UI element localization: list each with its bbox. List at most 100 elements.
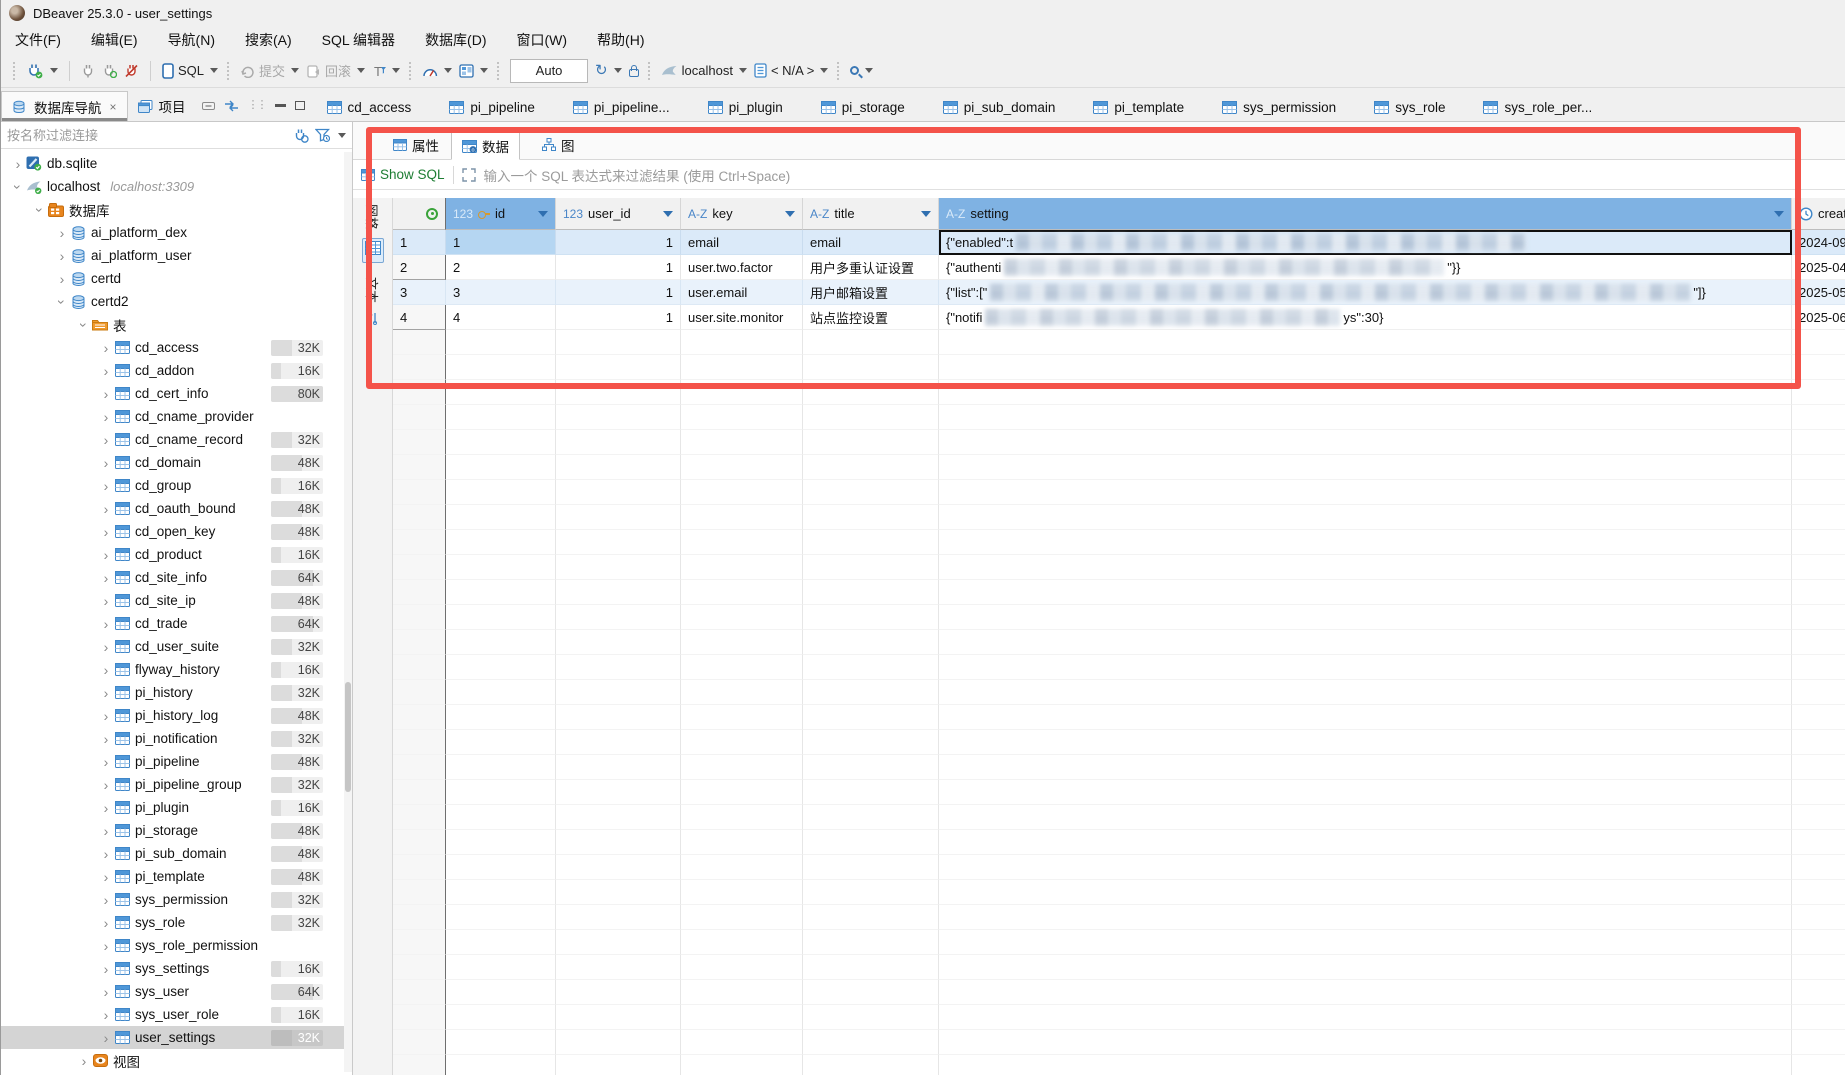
empty-cell[interactable]: [939, 455, 1792, 480]
tree-item-sys_role_permission[interactable]: ›sys_role_permission: [1, 934, 345, 957]
tree-item-sys_user_role[interactable]: ›sys_user_role16K: [1, 1003, 345, 1026]
empty-cell[interactable]: [803, 330, 939, 355]
empty-cell[interactable]: [803, 755, 939, 780]
tree-item-pi_history_log[interactable]: ›pi_history_log48K: [1, 704, 345, 727]
row-number-empty[interactable]: [393, 1005, 446, 1030]
empty-cell[interactable]: [446, 630, 556, 655]
row-number-empty[interactable]: [393, 380, 446, 405]
empty-cell[interactable]: [939, 405, 1792, 430]
row-number[interactable]: 2: [393, 255, 446, 280]
chevron-down-icon[interactable]: [739, 68, 747, 73]
empty-cell[interactable]: [446, 380, 556, 405]
row-number-empty[interactable]: [393, 805, 446, 830]
chevron-icon[interactable]: ›: [99, 1010, 113, 1020]
cell-title[interactable]: email: [803, 230, 939, 255]
connection-selector[interactable]: localhost: [661, 63, 747, 78]
show-sql-button[interactable]: Show SQL: [361, 167, 445, 182]
empty-cell[interactable]: [1792, 805, 1845, 830]
row-number-empty[interactable]: [393, 430, 446, 455]
empty-cell[interactable]: [803, 555, 939, 580]
empty-cell[interactable]: [1792, 355, 1845, 380]
empty-cell[interactable]: [556, 605, 681, 630]
empty-cell[interactable]: [681, 830, 803, 855]
chevron-icon[interactable]: ›: [99, 550, 113, 560]
empty-cell[interactable]: [1792, 405, 1845, 430]
empty-cell[interactable]: [446, 530, 556, 555]
empty-cell[interactable]: [803, 1055, 939, 1075]
empty-cell[interactable]: [1792, 1005, 1845, 1030]
expand-filter-icon[interactable]: [462, 168, 476, 182]
empty-cell[interactable]: [803, 530, 939, 555]
chevron-icon[interactable]: ›: [99, 757, 113, 767]
cell-title[interactable]: 站点监控设置: [803, 305, 939, 330]
empty-cell[interactable]: [939, 605, 1792, 630]
chevron-icon[interactable]: ›: [35, 203, 45, 217]
tree-item-ai_platform_dex[interactable]: ›ai_platform_dex: [1, 221, 345, 244]
empty-cell[interactable]: [446, 330, 556, 355]
empty-cell[interactable]: [556, 480, 681, 505]
chevron-icon[interactable]: ›: [99, 412, 113, 422]
empty-cell[interactable]: [939, 580, 1792, 605]
row-number-empty[interactable]: [393, 405, 446, 430]
chevron-icon[interactable]: ›: [99, 435, 113, 445]
cell-key[interactable]: email: [681, 230, 803, 255]
chevron-icon[interactable]: ›: [99, 826, 113, 836]
lock-icon[interactable]: [629, 69, 639, 77]
cell-setting[interactable]: {"list":[""]}: [939, 280, 1792, 305]
chevron-icon[interactable]: ›: [99, 987, 113, 997]
empty-cell[interactable]: [939, 655, 1792, 680]
empty-cell[interactable]: [939, 830, 1792, 855]
tree-folder-partial[interactable]: ›: [1, 1072, 345, 1074]
cell-setting[interactable]: {"authenti"}}: [939, 255, 1792, 280]
chevron-icon[interactable]: ›: [99, 642, 113, 652]
empty-cell[interactable]: [939, 505, 1792, 530]
chevron-icon[interactable]: ›: [79, 318, 89, 332]
column-header-id[interactable]: 123 id: [446, 198, 556, 230]
tree-item-ai_platform_user[interactable]: ›ai_platform_user: [1, 244, 345, 267]
empty-cell[interactable]: [803, 605, 939, 630]
row-number-empty[interactable]: [393, 530, 446, 555]
empty-cell[interactable]: [939, 530, 1792, 555]
empty-cell[interactable]: [446, 1005, 556, 1030]
tree-item-cd_trade[interactable]: ›cd_trade64K: [1, 612, 345, 635]
connected-filter-icon[interactable]: [293, 128, 309, 143]
tree-item-pi_sub_domain[interactable]: ›pi_sub_domain48K: [1, 842, 345, 865]
row-number-empty[interactable]: [393, 1055, 446, 1075]
tree-item-pi_history[interactable]: ›pi_history32K: [1, 681, 345, 704]
row-number-empty[interactable]: [393, 930, 446, 955]
empty-cell[interactable]: [939, 805, 1792, 830]
column-header-user-id[interactable]: 123 user_id: [556, 198, 681, 230]
empty-cell[interactable]: [446, 580, 556, 605]
empty-cell[interactable]: [939, 855, 1792, 880]
chevron-icon[interactable]: ›: [99, 343, 113, 353]
chevron-icon[interactable]: ›: [55, 274, 69, 284]
empty-cell[interactable]: [556, 1005, 681, 1030]
rollback-button[interactable]: 回滚: [306, 61, 365, 80]
tree-item-flyway_history[interactable]: ›flyway_history16K: [1, 658, 345, 681]
chevron-down-icon[interactable]: [210, 68, 218, 73]
empty-cell[interactable]: [803, 980, 939, 1005]
row-number-empty[interactable]: [393, 355, 446, 380]
chevron-icon[interactable]: ›: [99, 619, 113, 629]
empty-cell[interactable]: [556, 355, 681, 380]
row-number-empty[interactable]: [393, 830, 446, 855]
empty-cell[interactable]: [681, 905, 803, 930]
tree-item-cd_product[interactable]: ›cd_product16K: [1, 543, 345, 566]
empty-cell[interactable]: [556, 755, 681, 780]
chevron-icon[interactable]: ›: [57, 295, 67, 309]
tree-item-cd_domain[interactable]: ›cd_domain48K: [1, 451, 345, 474]
editor-tab-sys_role[interactable]: sys_role: [1374, 100, 1445, 115]
cell-create-time[interactable]: 2025-04-: [1792, 255, 1845, 280]
column-header-create-time[interactable]: create_t: [1792, 198, 1845, 230]
empty-cell[interactable]: [556, 330, 681, 355]
empty-cell[interactable]: [556, 1030, 681, 1055]
tree-item-cd_cname_record[interactable]: ›cd_cname_record32K: [1, 428, 345, 451]
empty-cell[interactable]: [803, 355, 939, 380]
cell-user-id[interactable]: 1: [556, 280, 681, 305]
chevron-icon[interactable]: ›: [55, 228, 69, 238]
chevron-icon[interactable]: ›: [99, 665, 113, 675]
empty-cell[interactable]: [939, 380, 1792, 405]
empty-cell[interactable]: [556, 980, 681, 1005]
row-number-empty[interactable]: [393, 330, 446, 355]
empty-cell[interactable]: [803, 680, 939, 705]
